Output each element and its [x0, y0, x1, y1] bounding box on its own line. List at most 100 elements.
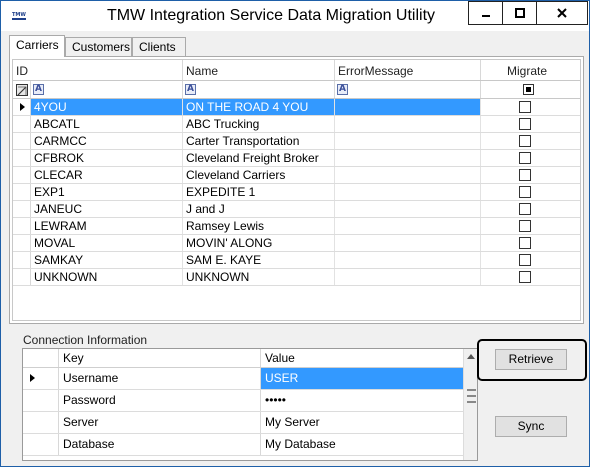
connection-row[interactable]: Server My Server: [23, 412, 463, 434]
migrate-checkbox[interactable]: [519, 169, 531, 181]
filter-cell-name[interactable]: A: [183, 81, 335, 98]
migrate-checkbox[interactable]: [519, 186, 531, 198]
row-header[interactable]: [13, 269, 31, 285]
row-header[interactable]: [13, 133, 31, 149]
cell-id[interactable]: JANEUC: [31, 201, 183, 217]
cell-id[interactable]: UNKNOWN: [31, 269, 183, 285]
cell-id[interactable]: EXP1: [31, 184, 183, 200]
cell-id[interactable]: CFBROK: [31, 150, 183, 166]
filter-cell-migrate[interactable]: [481, 81, 573, 98]
cell-id[interactable]: SAMKAY: [31, 252, 183, 268]
cell-error[interactable]: [335, 150, 481, 166]
minimize-button[interactable]: [468, 1, 503, 25]
migrate-checkbox[interactable]: [519, 135, 531, 147]
connection-value-cell[interactable]: My Server: [261, 412, 463, 433]
filter-checkbox[interactable]: [523, 84, 534, 95]
cell-id[interactable]: MOVAL: [31, 235, 183, 251]
cell-name[interactable]: Carter Transportation: [183, 133, 335, 149]
column-header-id[interactable]: ID: [13, 60, 183, 80]
tab-carriers[interactable]: Carriers: [9, 35, 65, 57]
carriers-grid[interactable]: ID Name ErrorMessage Migrate A A A 4YOU …: [12, 59, 581, 321]
title-bar[interactable]: TMW TMW Integration Service Data Migrati…: [1, 1, 589, 31]
filter-cell-error[interactable]: A: [335, 81, 481, 98]
maximize-button[interactable]: [502, 1, 537, 25]
filter-operator-icon[interactable]: A: [337, 84, 348, 95]
connection-value-cell[interactable]: USER: [261, 368, 463, 389]
cell-name[interactable]: SAM E. KAYE: [183, 252, 335, 268]
cell-error[interactable]: [335, 269, 481, 285]
tab-clients[interactable]: Clients: [132, 37, 186, 56]
table-row[interactable]: JANEUC J and J: [13, 201, 580, 218]
connection-key-cell[interactable]: Username: [59, 368, 261, 389]
cell-error[interactable]: [335, 99, 481, 115]
retrieve-button[interactable]: Retrieve: [495, 349, 567, 370]
row-header[interactable]: [13, 184, 31, 200]
cell-name[interactable]: UNKNOWN: [183, 269, 335, 285]
cell-error[interactable]: [335, 167, 481, 183]
tab-customers[interactable]: Customers: [65, 37, 132, 56]
column-header-migrate[interactable]: Migrate: [481, 60, 573, 80]
cell-name[interactable]: EXPEDITE 1: [183, 184, 335, 200]
migrate-checkbox[interactable]: [519, 220, 531, 232]
connection-row[interactable]: Username USER: [23, 368, 463, 390]
table-row[interactable]: 4YOU ON THE ROAD 4 YOU: [13, 99, 580, 116]
row-header[interactable]: [23, 368, 59, 389]
cell-name[interactable]: Ramsey Lewis: [183, 218, 335, 234]
cell-error[interactable]: [335, 133, 481, 149]
column-header-key[interactable]: Key: [59, 349, 261, 367]
cell-id[interactable]: CLECAR: [31, 167, 183, 183]
row-header[interactable]: [23, 412, 59, 433]
connection-value-cell[interactable]: My Database: [261, 434, 463, 455]
cell-error[interactable]: [335, 218, 481, 234]
row-header[interactable]: [23, 390, 59, 411]
scroll-thumb-grip-icon[interactable]: [467, 389, 476, 403]
table-row[interactable]: UNKNOWN UNKNOWN: [13, 269, 580, 286]
sync-button[interactable]: Sync: [495, 416, 567, 437]
cell-id[interactable]: CARMCC: [31, 133, 183, 149]
clear-filter-icon[interactable]: [16, 84, 28, 96]
column-header-error[interactable]: ErrorMessage: [335, 60, 481, 80]
table-row[interactable]: ABCATL ABC Trucking: [13, 116, 580, 133]
migrate-checkbox[interactable]: [519, 118, 531, 130]
table-row[interactable]: CLECAR Cleveland Carriers: [13, 167, 580, 184]
migrate-checkbox[interactable]: [519, 152, 531, 164]
connection-grid[interactable]: Key Value Username USER Password ••••• Serve…: [22, 348, 478, 461]
cell-error[interactable]: [335, 201, 481, 217]
table-row[interactable]: CARMCC Carter Transportation: [13, 133, 580, 150]
column-header-name[interactable]: Name: [183, 60, 335, 80]
row-header[interactable]: [13, 201, 31, 217]
cell-id[interactable]: 4YOU: [31, 99, 183, 115]
close-button[interactable]: [536, 1, 588, 25]
cell-error[interactable]: [335, 235, 481, 251]
cell-name[interactable]: J and J: [183, 201, 335, 217]
migrate-checkbox[interactable]: [519, 254, 531, 266]
connection-scrollbar[interactable]: [463, 349, 477, 460]
cell-name[interactable]: Cleveland Freight Broker: [183, 150, 335, 166]
migrate-checkbox[interactable]: [519, 237, 531, 249]
cell-error[interactable]: [335, 184, 481, 200]
migrate-checkbox[interactable]: [519, 101, 531, 113]
table-row[interactable]: CFBROK Cleveland Freight Broker: [13, 150, 580, 167]
table-row[interactable]: EXP1 EXPEDITE 1: [13, 184, 580, 201]
filter-cell-id[interactable]: A: [31, 81, 183, 98]
row-header[interactable]: [13, 235, 31, 251]
connection-key-cell[interactable]: Server: [59, 412, 261, 433]
row-header[interactable]: [23, 434, 59, 455]
table-row[interactable]: SAMKAY SAM E. KAYE: [13, 252, 580, 269]
cell-name[interactable]: MOVIN' ALONG: [183, 235, 335, 251]
connection-key-cell[interactable]: Password: [59, 390, 261, 411]
row-header[interactable]: [13, 99, 31, 115]
filter-operator-icon[interactable]: A: [33, 84, 44, 95]
row-header[interactable]: [13, 116, 31, 132]
filter-operator-icon[interactable]: A: [185, 84, 196, 95]
row-header[interactable]: [13, 167, 31, 183]
cell-error[interactable]: [335, 252, 481, 268]
row-header[interactable]: [13, 150, 31, 166]
column-header-value[interactable]: Value: [261, 349, 463, 367]
scroll-up-arrow-icon[interactable]: [467, 354, 475, 359]
cell-id[interactable]: LEWRAM: [31, 218, 183, 234]
migrate-checkbox[interactable]: [519, 203, 531, 215]
connection-row[interactable]: Database My Database: [23, 434, 463, 456]
cell-name[interactable]: Cleveland Carriers: [183, 167, 335, 183]
table-row[interactable]: MOVAL MOVIN' ALONG: [13, 235, 580, 252]
